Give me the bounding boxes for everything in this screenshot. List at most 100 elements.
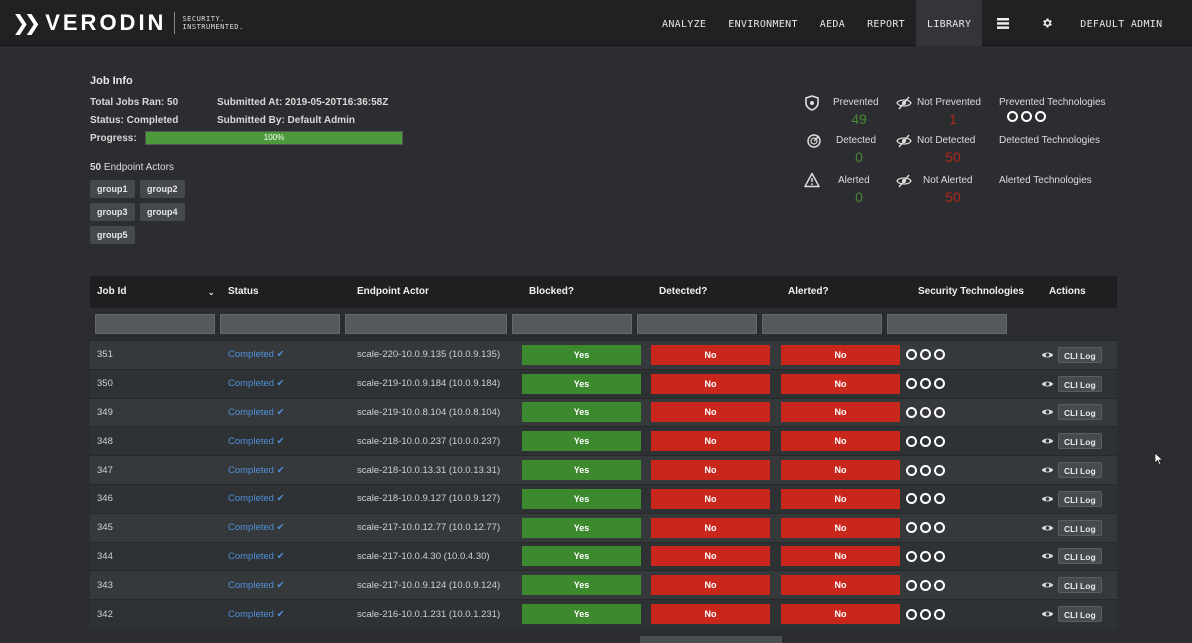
horizontal-scrollbar[interactable]	[640, 636, 782, 643]
cli-log-button[interactable]: CLI Log	[1058, 519, 1102, 536]
status-link[interactable]: Completed ✔	[221, 378, 350, 389]
nav-analyze[interactable]: ANALYZE	[651, 0, 717, 46]
blocked-badge: Yes	[522, 604, 641, 625]
table-row[interactable]: 344 Completed ✔ scale-217-10.0.4.30 (10.…	[90, 541, 1117, 571]
filter-blocked-input[interactable]	[512, 314, 632, 334]
table-row[interactable]: 350 Completed ✔ scale-219-10.0.9.184 (10…	[90, 368, 1117, 398]
eye-icon[interactable]	[1041, 407, 1054, 417]
security-technologies-icons[interactable]	[906, 579, 1031, 591]
nav-settings-button[interactable]	[1024, 0, 1070, 46]
filter-detected-input[interactable]	[637, 314, 757, 334]
table-row[interactable]: 346 Completed ✔ scale-218-10.0.9.127 (10…	[90, 483, 1117, 513]
nav-library[interactable]: LIBRARY	[916, 0, 983, 46]
col-detected[interactable]: Detected?	[652, 276, 781, 308]
row-actions: CLI Log	[1041, 433, 1102, 450]
filter-status-input[interactable]	[220, 314, 340, 334]
col-endpoint-actor[interactable]: Endpoint Actor	[350, 276, 522, 308]
tech-circle-icon	[906, 493, 917, 505]
group-chip[interactable]: group1	[90, 180, 135, 198]
endpoint-actor-cell: scale-218-10.0.9.127 (10.0.9.127)	[357, 493, 501, 505]
status-link[interactable]: Completed ✔	[221, 436, 350, 447]
filter-job-id-input[interactable]	[95, 314, 215, 334]
status-link[interactable]: Completed ✔	[221, 551, 350, 562]
alerted-badge: No	[781, 575, 900, 596]
tech-circle-icon	[906, 464, 917, 476]
status-link[interactable]: Completed ✔	[221, 349, 350, 360]
cli-log-button[interactable]: CLI Log	[1058, 462, 1102, 479]
table-row[interactable]: 351 Completed ✔ scale-220-10.0.9.135 (10…	[90, 340, 1117, 369]
col-alerted[interactable]: Alerted?	[781, 276, 911, 308]
table-row[interactable]: 343 Completed ✔ scale-217-10.0.9.124 (10…	[90, 570, 1117, 600]
security-technologies-icons[interactable]	[906, 435, 1031, 447]
status-link[interactable]: Completed ✔	[221, 465, 350, 476]
nav-report[interactable]: REPORT	[856, 0, 916, 46]
detected-badge: No	[651, 460, 770, 481]
eye-icon[interactable]	[1041, 494, 1054, 504]
security-technologies-icons[interactable]	[906, 522, 1031, 534]
eye-icon[interactable]	[1041, 551, 1054, 561]
col-blocked[interactable]: Blocked?	[522, 276, 652, 308]
table-row[interactable]: 347 Completed ✔ scale-218-10.0.13.31 (10…	[90, 455, 1117, 484]
verodin-logo[interactable]: ❯❯ VERODIN SECURITY. INSTRUMENTED.	[12, 10, 244, 36]
nav-user-menu[interactable]: DEFAULT ADMIN	[1070, 0, 1173, 46]
cli-log-button[interactable]: CLI Log	[1058, 404, 1102, 421]
cli-log-button[interactable]: CLI Log	[1058, 577, 1102, 594]
nav-list-button[interactable]	[982, 0, 1024, 46]
eye-icon[interactable]	[1041, 609, 1054, 619]
status-link[interactable]: Completed ✔	[221, 580, 350, 591]
eye-icon[interactable]	[1041, 350, 1054, 360]
eye-icon[interactable]	[1041, 580, 1054, 590]
col-status[interactable]: Status	[221, 276, 350, 308]
blocked-badge: Yes	[522, 402, 641, 423]
cli-log-button[interactable]: CLI Log	[1058, 548, 1102, 565]
tech-circle-icon	[906, 406, 917, 418]
cli-log-button[interactable]: CLI Log	[1058, 606, 1102, 623]
eye-icon[interactable]	[1041, 465, 1054, 475]
security-technologies-icons[interactable]	[906, 608, 1031, 620]
eye-icon[interactable]	[1041, 379, 1054, 389]
eye-icon[interactable]	[1041, 523, 1054, 533]
mouse-cursor-icon	[1154, 452, 1164, 466]
security-technologies-icons[interactable]	[906, 550, 1031, 562]
group-chip[interactable]: group5	[90, 226, 135, 244]
status-link[interactable]: Completed ✔	[221, 522, 350, 533]
col-security-technologies[interactable]: Security Technologies	[911, 276, 1042, 308]
group-chip[interactable]: group2	[140, 180, 185, 198]
table-row[interactable]: 348 Completed ✔ scale-218-10.0.0.237 (10…	[90, 426, 1117, 456]
cli-log-button[interactable]: CLI Log	[1058, 346, 1102, 363]
cli-log-button[interactable]: CLI Log	[1058, 490, 1102, 507]
filter-endpoint-actor-input[interactable]	[345, 314, 507, 334]
status-link[interactable]: Completed ✔	[221, 407, 350, 418]
alerted-technologies-label: Alerted Technologies	[999, 175, 1092, 186]
cli-log-button[interactable]: CLI Log	[1058, 375, 1102, 392]
row-actions: CLI Log	[1041, 490, 1102, 507]
filter-security-technologies-input[interactable]	[887, 314, 1007, 334]
endpoint-actor-cell: scale-219-10.0.9.184 (10.0.9.184)	[357, 378, 501, 390]
eye-icon[interactable]	[1041, 436, 1054, 446]
tech-circle-icon	[920, 522, 931, 534]
group-chip[interactable]: group4	[140, 203, 185, 221]
group-chip[interactable]: group3	[90, 203, 135, 221]
table-row[interactable]: 342 Completed ✔ scale-216-10.0.1.231 (10…	[90, 599, 1117, 628]
top-navbar: ❯❯ VERODIN SECURITY. INSTRUMENTED. ANALY…	[0, 0, 1192, 46]
radar-icon	[807, 134, 821, 148]
cli-log-button[interactable]: CLI Log	[1058, 433, 1102, 450]
security-technologies-icons[interactable]	[906, 493, 1031, 505]
security-technologies-icons[interactable]	[906, 378, 1031, 390]
col-job-id[interactable]: Job Id ⌄	[90, 276, 221, 308]
security-technologies-icons[interactable]	[906, 406, 1031, 418]
status-link[interactable]: Completed ✔	[221, 493, 350, 504]
detected-badge: No	[651, 546, 770, 567]
prevented-technologies-icons[interactable]	[1007, 111, 1046, 122]
table-row[interactable]: 349 Completed ✔ scale-219-10.0.8.104 (10…	[90, 397, 1117, 427]
status-link[interactable]: Completed ✔	[221, 609, 350, 620]
job-id-cell: 347	[97, 464, 113, 476]
security-technologies-icons[interactable]	[906, 349, 1031, 361]
row-actions: CLI Log	[1041, 404, 1102, 421]
nav-aeda[interactable]: AEDA	[809, 0, 856, 46]
security-technologies-icons[interactable]	[906, 464, 1031, 476]
filter-alerted-input[interactable]	[762, 314, 882, 334]
table-row[interactable]: 345 Completed ✔ scale-217-10.0.12.77 (10…	[90, 512, 1117, 542]
tech-circle-icon	[920, 579, 931, 591]
nav-environment[interactable]: ENVIRONMENT	[717, 0, 809, 46]
